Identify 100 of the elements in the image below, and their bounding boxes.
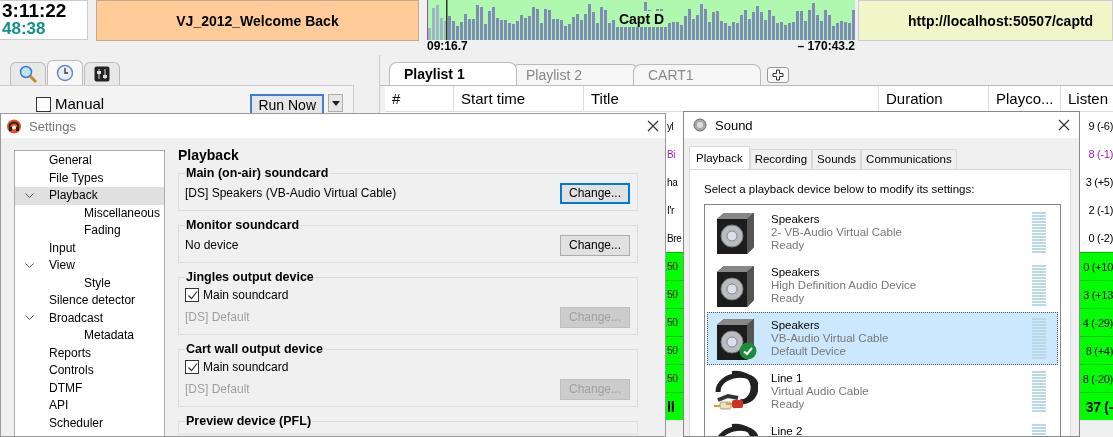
listeners-cell: 8 (-1) [1088, 148, 1113, 160]
title-cell-text: Bre [667, 232, 683, 244]
clock-time: 3:11:22 [2, 1, 68, 20]
peak-meter [1032, 318, 1046, 359]
device-description: High Definition Audio Device [771, 279, 918, 292]
now-playing-title: VJ_2012_Welcome Back [176, 12, 339, 29]
waveform-title: Capt D [615, 11, 668, 27]
device-item[interactable]: Speakers High Definition Audio Device Ready [707, 259, 1058, 312]
tree-item[interactable]: Input [15, 239, 164, 257]
device-item[interactable]: Speakers 2- VB-Audio Virtual Cable Ready [707, 206, 1058, 259]
tree-item[interactable]: Broadcast [15, 309, 164, 327]
tree-item[interactable]: Playback [15, 187, 164, 205]
stream-url: http://localhost:50507/captd [908, 12, 1094, 29]
close-button[interactable] [1057, 118, 1071, 132]
run-now-button[interactable]: Run Now [250, 94, 324, 116]
column-header[interactable]: # [392, 90, 401, 107]
device-status: Default Device [771, 345, 847, 358]
add-tab-button[interactable] [767, 67, 789, 83]
search-icon [18, 64, 38, 84]
title-cell-text: 50 [667, 345, 679, 356]
group-title: Preview device (PFL) [185, 413, 313, 429]
listeners-cell: 3 (+13 [1083, 288, 1113, 301]
listeners-cell: 4 (-29) [1082, 316, 1113, 329]
device-description: Virtual Audio Cable [771, 385, 870, 398]
device-status: Ready [771, 398, 806, 411]
tree-item[interactable]: View [15, 257, 164, 275]
checkbox-label: Main soundcard [203, 288, 289, 302]
change-button[interactable]: Change... [560, 234, 630, 256]
dialog-tab[interactable]: Playback [689, 146, 750, 169]
column-header[interactable]: Listen [1068, 90, 1109, 107]
tree-item[interactable]: Silence detector [15, 292, 164, 310]
peak-meter [1032, 265, 1046, 306]
title-cell-text: ll [667, 398, 676, 415]
tree-item[interactable]: General [15, 152, 164, 170]
section-heading: Playback [178, 146, 240, 165]
window-title: Sound [715, 117, 753, 133]
remaining-duration: – 170:43.2 [797, 40, 855, 53]
chevron-icon[interactable] [25, 192, 34, 199]
device-name: Speakers [771, 319, 821, 332]
group-title: Cart wall output device [185, 341, 324, 357]
column-header[interactable]: Start time [461, 90, 526, 107]
dialog-tab[interactable]: Communications [861, 149, 957, 169]
device-name: No device [185, 238, 239, 252]
column-header[interactable]: Duration [886, 90, 943, 107]
speaker-icon [693, 118, 707, 132]
listeners-cell: 37 (- [1085, 398, 1113, 415]
device-name: [DS] Speakers (VB-Audio Virtual Cable) [185, 186, 397, 200]
panel-tab[interactable] [84, 62, 120, 85]
device-description: 2- VB-Audio Virtual Cable [771, 226, 903, 239]
chevron-icon[interactable] [25, 315, 34, 322]
column-header[interactable]: Title [591, 90, 619, 107]
title-cell-text: ha [667, 176, 679, 188]
listeners-cell: 0 (-2) [1088, 232, 1113, 244]
tree-item[interactable]: Controls [15, 362, 164, 380]
device-item[interactable]: Speakers VB-Audio Virtual Cable Default Device [707, 312, 1058, 365]
close-button[interactable] [646, 119, 660, 133]
tree-item[interactable]: Fading [15, 222, 164, 240]
device-name: Line 1 [771, 372, 804, 385]
dropdown-button[interactable] [328, 94, 343, 112]
device-name: Line 2 [771, 425, 804, 436]
tree-item[interactable]: Style [15, 274, 164, 292]
peak-meter [1032, 212, 1046, 253]
device-item[interactable]: Line 2 [707, 418, 1058, 436]
device-status: Ready [771, 239, 806, 252]
elapsed-time: 09:16.7 [427, 40, 468, 53]
peak-meter [1032, 371, 1046, 412]
tree-item[interactable]: Reports [15, 344, 164, 362]
title-cell-text: yl [667, 120, 675, 132]
caret-icon [331, 100, 340, 106]
listeners-cell: 8 (+4) [1085, 344, 1113, 357]
tree-item[interactable]: File Types [15, 169, 164, 187]
device-name: Speakers [771, 266, 821, 279]
title-cell-text: I'r [667, 204, 675, 216]
remaining-time: 48:38 [2, 20, 47, 38]
device-description: VB-Audio Virtual Cable [771, 332, 890, 345]
title-cell-text: 50 [667, 373, 679, 384]
chevron-icon[interactable] [25, 262, 34, 269]
dialog-tab[interactable]: Sounds [812, 149, 862, 169]
checkbox-label: Manual [55, 94, 105, 114]
title-cell-text: Bi [667, 148, 677, 160]
window-title: Settings [29, 118, 76, 134]
tree-item[interactable]: Miscellaneous [15, 204, 164, 222]
tree-item[interactable]: API [15, 397, 164, 415]
device-name: Speakers [771, 213, 821, 226]
checkbox[interactable] [36, 97, 51, 112]
app-icon [6, 118, 22, 134]
listeners-cell: 0 (+10 [1083, 260, 1113, 273]
change-button[interactable]: Change... [560, 182, 630, 204]
tree-item[interactable]: Scheduler [15, 414, 164, 432]
group-title: Jingles output device [185, 269, 315, 285]
device-status: Ready [771, 292, 806, 305]
device-name: [DS] Default [185, 310, 250, 324]
dialog-tab[interactable]: Recording [749, 149, 813, 169]
checkbox-label: Main soundcard [203, 360, 289, 374]
instruction-text: Select a playback device below to modify its settings: [704, 182, 976, 196]
tree-item[interactable]: DTMF [15, 379, 164, 397]
playlist-tab[interactable]: Playlist 1 [389, 62, 517, 85]
tree-item[interactable]: Metadata [15, 327, 164, 345]
device-item[interactable]: Line 1 Virtual Audio Cable Ready [707, 365, 1058, 418]
column-header[interactable]: Playco... [996, 90, 1054, 107]
